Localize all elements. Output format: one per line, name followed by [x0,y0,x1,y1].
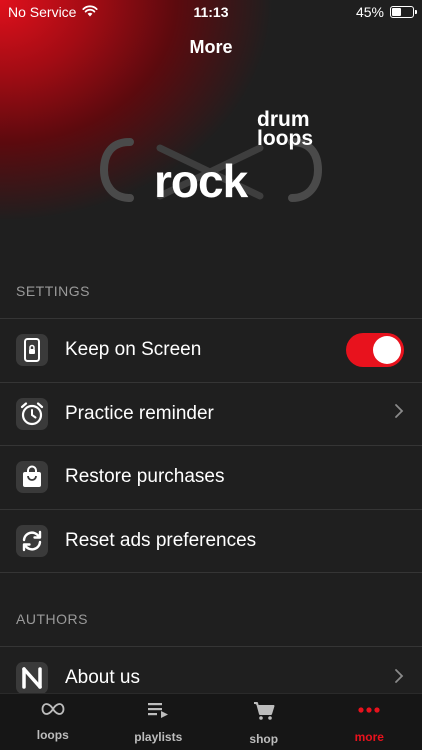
chevron-right-icon [394,667,404,690]
chevron-right-icon [394,402,404,425]
keep-on-screen-toggle[interactable] [346,333,404,368]
alarm-clock-icon [16,397,48,430]
row-label: Restore purchases [65,466,225,488]
page-title: More [189,37,233,57]
authors-section-header: AUTHORS [16,611,88,627]
battery-icon [390,6,417,18]
header-background: No Service 11:13 45% More rock drum loop… [0,0,422,262]
status-bar: No Service 11:13 45% [0,0,422,24]
battery-level [392,8,401,16]
logo-tagline: drum loops [257,109,313,150]
toggle-knob [373,336,401,365]
settings-row-restore-purchases[interactable]: Restore purchases [0,446,422,510]
row-label: Reset ads preferences [65,529,257,551]
row-label: About us [65,667,140,689]
shopping-bag-icon [16,461,48,494]
tab-label: shop [249,732,279,746]
app-logo: rock drum loops [100,109,330,230]
cart-icon [253,701,275,726]
infinity-icon [40,701,66,722]
settings-row-keep-on-screen[interactable]: Keep on Screen [0,319,422,383]
phone-lock-icon [16,334,48,367]
status-right: 45% [355,4,417,20]
tab-playlists[interactable]: playlists [106,694,212,750]
tab-bar: loops playlists shop more [0,693,422,750]
settings-row-practice-reminder[interactable]: Practice reminder [0,383,422,446]
logo-tagline-line2: loops [257,127,313,150]
battery-percent: 45% [355,4,384,20]
tab-label: playlists [134,730,183,744]
row-label: Keep on Screen [65,339,202,361]
refresh-icon [16,524,48,557]
tab-more[interactable]: more [317,694,422,750]
tab-label: loops [36,728,69,742]
brand-n-icon [16,662,48,695]
logo-word: rock [154,155,248,207]
tab-shop[interactable]: shop [211,694,317,750]
tab-label: more [354,730,384,744]
settings-list: Keep on Screen Practice reminder Restore… [0,318,422,573]
row-label: Practice reminder [65,402,214,424]
playlist-icon [147,701,169,724]
settings-row-reset-ads[interactable]: Reset ads preferences [0,510,422,573]
tab-loops[interactable]: loops [0,694,106,750]
dots-icon [357,701,381,724]
settings-section-header: SETTINGS [16,283,91,299]
